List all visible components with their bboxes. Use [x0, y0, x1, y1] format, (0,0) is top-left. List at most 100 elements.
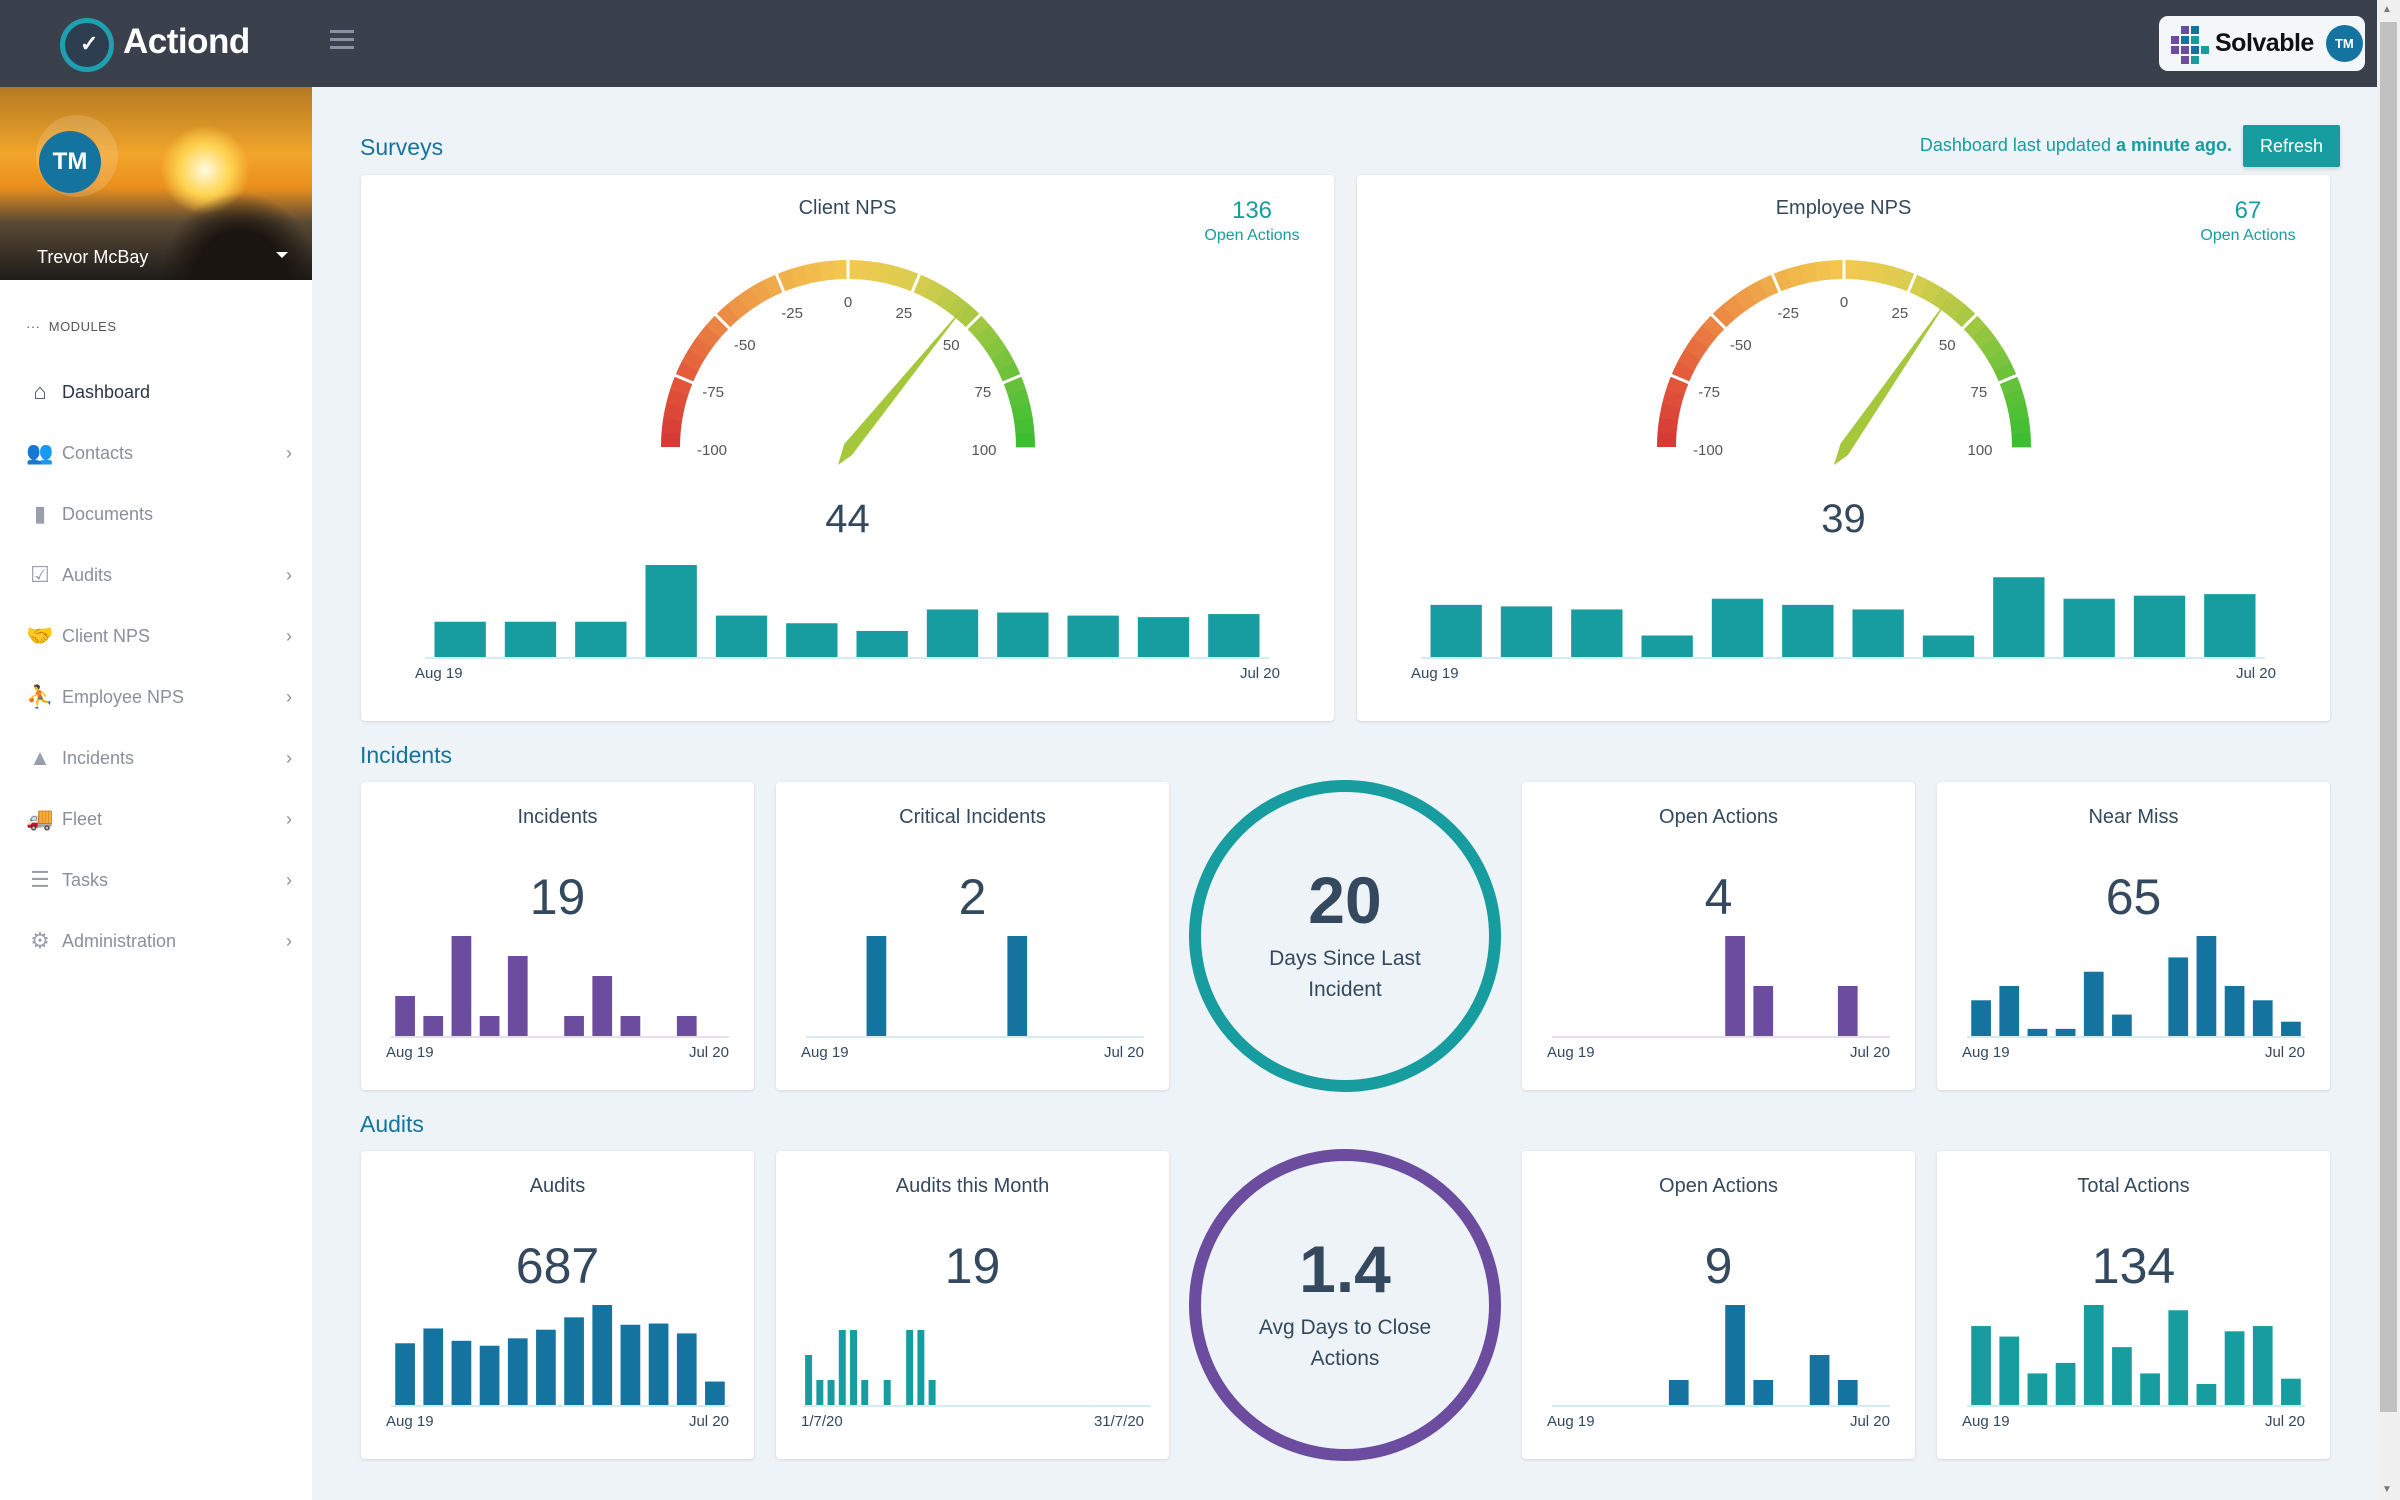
- days-since-incident-ring: 20 Days Since Last Incident: [1189, 780, 1501, 1092]
- trend-bar-7: [1753, 986, 1774, 1036]
- ellipsis-icon: ···: [26, 319, 45, 334]
- sidebar-item-documents[interactable]: ▮ Documents: [0, 489, 312, 539]
- sidebar-item-audits[interactable]: ☑ Audits ›: [0, 550, 312, 600]
- card-audits-this-month[interactable]: Audits this Month 19 1/7/20 31/7/20: [776, 1151, 1169, 1459]
- chevron-right-icon[interactable]: ›: [286, 687, 292, 708]
- trend-bar-3: [2055, 1028, 2076, 1036]
- chevron-right-icon[interactable]: ›: [286, 565, 292, 586]
- gauge-arc-segment: [1844, 260, 1860, 280]
- x-axis-start-label: Aug 19: [386, 1413, 434, 1430]
- chevron-right-icon[interactable]: ›: [286, 870, 292, 891]
- gauge-tick-label: -75: [1698, 384, 1720, 401]
- sidebar-item-contacts[interactable]: 👥 Contacts ›: [0, 428, 312, 478]
- card-critical-incidents[interactable]: Critical Incidents 2 Aug 19 Jul 20: [776, 782, 1169, 1090]
- sidebar-item-employee-nps[interactable]: ⛹ Employee NPS ›: [0, 672, 312, 722]
- refresh-button[interactable]: Refresh: [2243, 125, 2340, 167]
- file-icon: ▮: [33, 501, 47, 526]
- trend-bar-8: [2196, 1383, 2217, 1405]
- trend-bar-2: [451, 936, 472, 1036]
- sidebar-item-incidents[interactable]: ▲ Incidents ›: [0, 733, 312, 783]
- x-axis-end-label: Jul 20: [1849, 1044, 1890, 1061]
- card-open-actions[interactable]: Open Actions 9 Aug 19 Jul 20: [1522, 1151, 1915, 1459]
- nps-trend-bar-2: [575, 621, 627, 657]
- gauge-arc-segment: [848, 260, 864, 280]
- brand-name: Solvable: [2215, 29, 2314, 57]
- solvable-logo-icon: [2171, 25, 2209, 64]
- nps-trend-bar-11: [2204, 594, 2256, 657]
- card-open-actions[interactable]: Open Actions 4 Aug 19 Jul 20: [1522, 782, 1915, 1090]
- nps-trend-bar-5: [786, 623, 838, 657]
- gauge-tick-label: -50: [734, 337, 756, 354]
- sidebar-item-tasks[interactable]: ☰ Tasks ›: [0, 855, 312, 905]
- trend-bar-5: [2112, 1014, 2132, 1036]
- trend-bar-11: [2281, 1378, 2301, 1405]
- menu-toggle-icon[interactable]: [330, 30, 354, 50]
- sidebar-item-label: Audits: [62, 564, 113, 585]
- gauge-arc-segment: [2011, 432, 2031, 448]
- card-client-nps: Client NPS 136 Open Actions -100 -75 -50 -25 0 2…: [361, 175, 1334, 721]
- gauge-arc-segment: [661, 431, 681, 447]
- trend-bar-5: [536, 1329, 556, 1405]
- sidebar-item-client-nps[interactable]: 🤝 Client NPS ›: [0, 611, 312, 661]
- trend-bar-2: [2027, 1028, 2048, 1036]
- gauge-tick-label: 25: [1892, 305, 1909, 322]
- nps-trend-bar-3: [645, 565, 697, 657]
- x-axis-end-label: Jul 20: [1103, 1044, 1144, 1061]
- x-axis-start-label: Aug 19: [386, 1044, 434, 1061]
- card-audits[interactable]: Audits 687 Aug 19 Jul 20: [361, 1151, 754, 1459]
- sidebar-item-label: Incidents: [62, 747, 135, 768]
- sidebar-item-label: Dashboard: [62, 381, 151, 402]
- truck-icon: 🚚: [26, 806, 54, 831]
- section-title-surveys: Surveys: [360, 134, 444, 160]
- profile-dropdown-caret-icon[interactable]: [276, 252, 288, 258]
- card-total-actions[interactable]: Total Actions 134 Aug 19 Jul 20: [1937, 1151, 2330, 1459]
- sidebar-item-label: Fleet: [62, 808, 103, 829]
- gauge-tick-label: -100: [697, 442, 727, 459]
- chevron-right-icon[interactable]: ›: [286, 931, 292, 952]
- scrollbar-thumb[interactable]: [2380, 22, 2397, 1412]
- trend-bar-7: [1007, 936, 1028, 1036]
- x-axis-start-label: Aug 19: [415, 665, 463, 682]
- nps-trend-bar-1: [1500, 606, 1553, 657]
- gears-icon: ⚙: [30, 928, 50, 953]
- sidebar-item-fleet[interactable]: 🚚 Fleet ›: [0, 794, 312, 844]
- chevron-right-icon[interactable]: ›: [286, 748, 292, 769]
- nps-trend-bar-11: [1208, 614, 1260, 657]
- sidebar-item-label: Documents: [62, 503, 154, 524]
- trend-bar-2: [451, 1340, 472, 1405]
- card-near-miss[interactable]: Near Miss 65 Aug 19 Jul 20: [1937, 782, 2330, 1090]
- card-incidents[interactable]: Incidents 19 Aug 19 Jul 20: [361, 782, 754, 1090]
- x-axis-end-label: Jul 20: [688, 1044, 729, 1061]
- profile-name[interactable]: Trevor McBay: [37, 247, 148, 268]
- card-employee-nps: Employee NPS 67 Open Actions -100 -75 -50 -25 0…: [1357, 175, 2330, 721]
- profile-avatar[interactable]: TM: [39, 131, 101, 193]
- user-avatar[interactable]: TM: [2325, 25, 2363, 62]
- scroll-up-arrow-icon[interactable]: ▲: [2382, 4, 2392, 15]
- gauge-needle: [838, 300, 970, 465]
- gauge-arc-segment: [833, 260, 849, 280]
- trend-bar-5: [861, 1380, 869, 1405]
- trend-bar-10: [1837, 986, 1858, 1036]
- sidebar-item-label: Administration: [62, 930, 177, 951]
- sidebar-item-administration[interactable]: ⚙ Administration ›: [0, 916, 312, 966]
- trend-bar-7: [883, 1380, 891, 1405]
- trend-bar-10: [676, 1333, 697, 1405]
- trend-bar-6: [564, 1016, 584, 1036]
- handshake-icon: 🤝: [26, 623, 54, 648]
- trend-bar-1: [423, 1328, 444, 1405]
- chevron-right-icon[interactable]: ›: [286, 443, 292, 464]
- gauge-tick-label: -100: [1693, 442, 1723, 459]
- chevron-right-icon[interactable]: ›: [286, 809, 292, 830]
- trend-bar-8: [620, 1324, 641, 1405]
- nps-trend-bar-6: [856, 630, 908, 657]
- scroll-down-arrow-icon[interactable]: ▼: [2382, 1484, 2392, 1495]
- trend-bar-0: [1971, 1326, 1991, 1405]
- sidebar-item-label: Tasks: [62, 869, 109, 890]
- last-updated-text: Dashboard last updated a minute ago.: [1920, 135, 2232, 156]
- ring-label: Avg Days to Close Actions: [1258, 1316, 1432, 1370]
- modules-heading: ··· MODULES: [26, 319, 117, 334]
- sidebar-item-dashboard[interactable]: ⌂ Dashboard: [0, 367, 312, 417]
- brand-user-badge[interactable]: Solvable TM: [2159, 16, 2365, 71]
- chevron-right-icon[interactable]: ›: [286, 626, 292, 647]
- x-axis-start-label: 1/7/20: [801, 1413, 843, 1430]
